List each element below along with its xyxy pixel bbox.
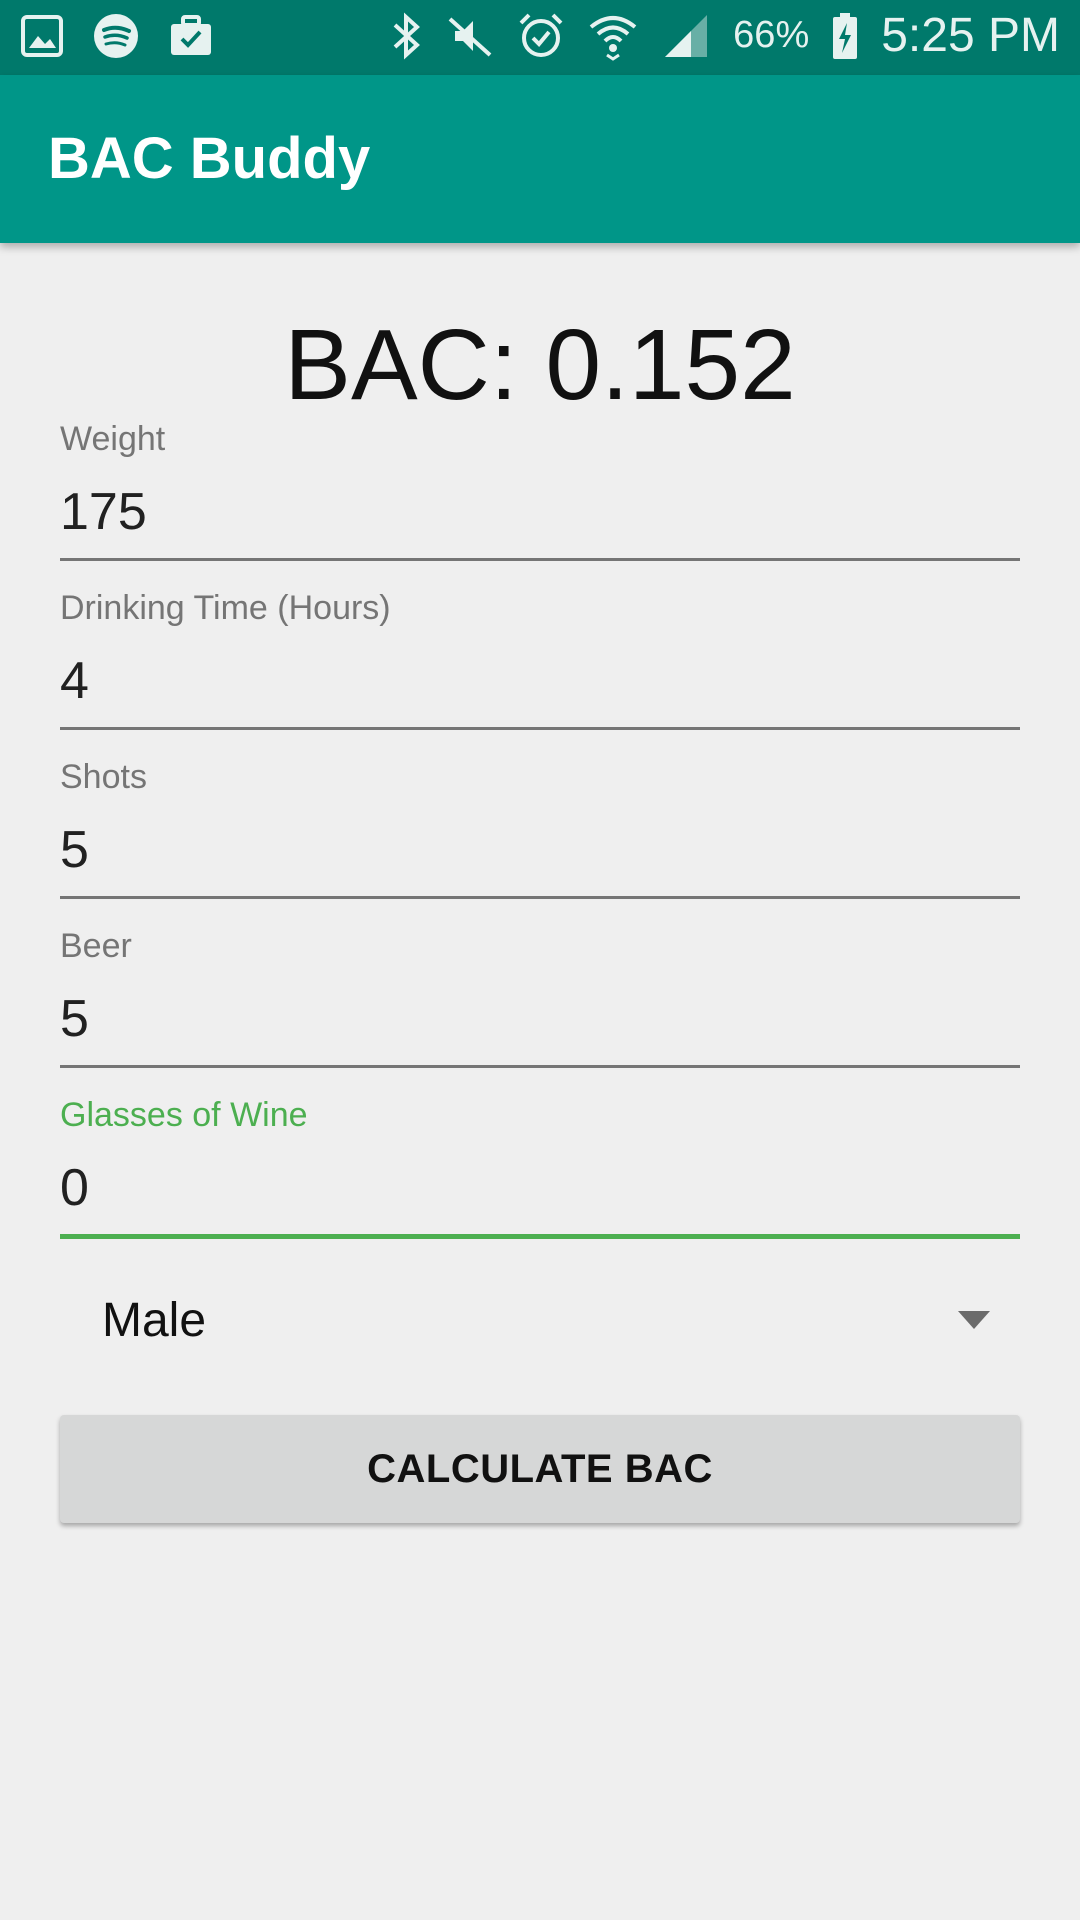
wine-field: Glasses of Wine xyxy=(60,1096,1020,1266)
alarm-icon xyxy=(517,11,565,61)
app-bar: BAC Buddy xyxy=(0,75,1080,243)
beer-field: Beer xyxy=(60,927,1020,1097)
image-icon xyxy=(20,14,64,58)
drinking-time-input[interactable] xyxy=(60,645,1020,717)
gender-spinner[interactable]: Male xyxy=(60,1283,1020,1363)
weight-label: Weight xyxy=(60,420,166,458)
status-bar: 66% 5:25 PM xyxy=(0,0,1080,75)
wine-input[interactable] xyxy=(60,1152,1020,1224)
calculate-bac-button[interactable]: CALCULATE BAC xyxy=(60,1415,1020,1523)
vibrate-off-icon xyxy=(445,11,495,61)
shots-field: Shots xyxy=(60,758,1020,928)
notification-icons xyxy=(20,12,214,60)
shots-label: Shots xyxy=(60,758,147,796)
battery-charging-icon xyxy=(831,11,859,61)
bluetooth-icon xyxy=(389,11,423,61)
beer-label: Beer xyxy=(60,927,132,965)
shots-underline xyxy=(60,896,1020,899)
weight-input[interactable] xyxy=(60,476,1020,548)
status-time: 5:25 PM xyxy=(881,9,1060,62)
drinking-time-label: Drinking Time (Hours) xyxy=(60,589,391,627)
beer-underline xyxy=(60,1065,1020,1068)
main-content: BAC: 0.152 Weight Drinking Time (Hours) … xyxy=(0,243,1080,1920)
gender-selected: Male xyxy=(102,1294,207,1347)
beer-input[interactable] xyxy=(60,983,1020,1055)
wine-underline xyxy=(60,1234,1020,1239)
briefcase-check-icon xyxy=(168,14,214,58)
app-title: BAC Buddy xyxy=(48,126,371,191)
shots-input[interactable] xyxy=(60,814,1020,886)
weight-underline xyxy=(60,558,1020,561)
bac-result: BAC: 0.152 xyxy=(284,309,796,421)
drinking-time-underline xyxy=(60,727,1020,730)
drinking-time-field: Drinking Time (Hours) xyxy=(60,589,1020,759)
dropdown-arrow-icon xyxy=(958,1311,990,1329)
weight-field: Weight xyxy=(60,420,1020,590)
wine-label: Glasses of Wine xyxy=(60,1096,308,1134)
battery-percent: 66% xyxy=(733,14,810,56)
signal-icon xyxy=(661,11,711,61)
spotify-icon xyxy=(92,12,140,60)
wifi-icon xyxy=(587,11,639,61)
system-icons: 66% 5:25 PM xyxy=(389,8,1060,63)
